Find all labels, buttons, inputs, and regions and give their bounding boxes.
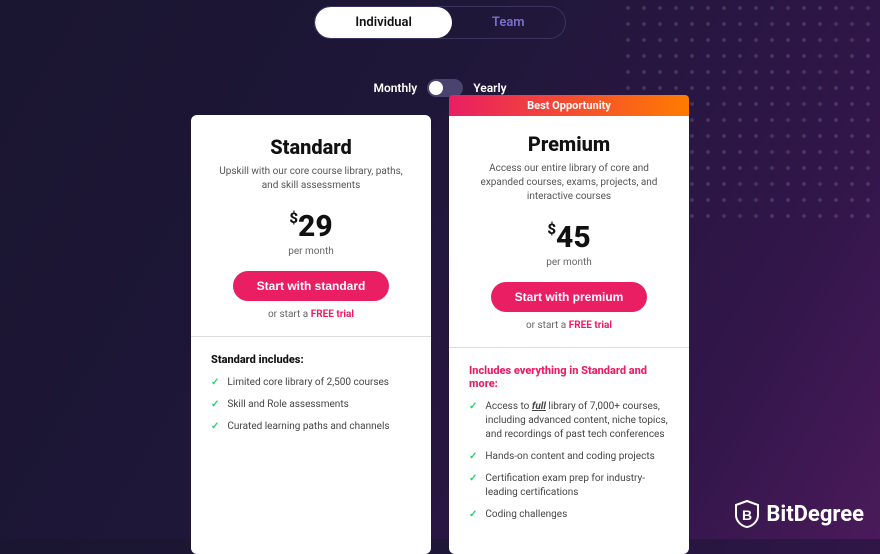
plan-premium-title: Premium [469, 132, 669, 156]
feature-text-emphasis: full [532, 401, 546, 412]
feature-item: ✓ Coding challenges [469, 508, 669, 522]
plan-standard-desc: Upskill with our core course library, pa… [211, 165, 411, 193]
billing-toggle: Monthly Yearly [0, 79, 880, 97]
standard-includes-title: Standard includes: [211, 353, 411, 366]
check-icon: ✓ [469, 508, 477, 522]
standard-free-trial-link[interactable]: FREE trial [311, 309, 354, 320]
feature-text-part: Access to [485, 401, 531, 412]
price-amount: 29 [298, 209, 333, 244]
check-icon: ✓ [211, 376, 219, 390]
tab-team[interactable]: Team [452, 7, 565, 38]
divider [191, 336, 431, 337]
feature-item: ✓ Certification exam prep for industry-l… [469, 472, 669, 500]
divider [449, 347, 689, 348]
feature-text: Hands-on content and coding projects [485, 450, 654, 464]
pricing-plans: Standard Upskill with our core course li… [0, 115, 880, 554]
feature-item: ✓ Hands-on content and coding projects [469, 450, 669, 464]
billing-monthly-label: Monthly [373, 81, 417, 95]
currency-symbol: $ [547, 220, 556, 238]
feature-text: Limited core library of 2,500 courses [227, 376, 389, 390]
check-icon: ✓ [469, 472, 477, 486]
feature-text: Access to full library of 7,000+ courses… [485, 400, 669, 442]
check-icon: ✓ [469, 450, 477, 464]
premium-free-trial-link[interactable]: FREE trial [569, 320, 612, 331]
plan-type-tabs-container: Individual Team [0, 0, 880, 39]
currency-symbol: $ [289, 209, 298, 227]
feature-item: ✓ Access to full library of 7,000+ cours… [469, 400, 669, 442]
price-amount: 45 [556, 220, 591, 255]
feature-item: ✓ Skill and Role assessments [211, 398, 411, 412]
svg-text:B: B [742, 507, 752, 523]
feature-item: ✓ Limited core library of 2,500 courses [211, 376, 411, 390]
plan-standard-price: $29 [211, 209, 411, 244]
best-opportunity-badge: Best Opportunity [449, 95, 689, 116]
plan-standard-title: Standard [211, 135, 411, 159]
start-premium-button[interactable]: Start with premium [491, 282, 648, 312]
bitdegree-logo: B BitDegree [734, 499, 864, 529]
trial-prefix: or start a [268, 309, 311, 320]
check-icon: ✓ [469, 400, 477, 414]
plan-premium-unit: per month [469, 257, 669, 268]
plan-premium: Best Opportunity Premium Access our enti… [449, 95, 689, 554]
plan-standard: Standard Upskill with our core course li… [191, 115, 431, 554]
plan-standard-unit: per month [211, 246, 411, 257]
feature-text: Certification exam prep for industry-lea… [485, 472, 669, 500]
trial-prefix: or start a [526, 320, 569, 331]
check-icon: ✓ [211, 420, 219, 434]
feature-item: ✓ Curated learning paths and channels [211, 420, 411, 434]
plan-premium-desc: Access our entire library of core and ex… [469, 162, 669, 204]
check-icon: ✓ [211, 398, 219, 412]
logo-text: BitDegree [766, 502, 864, 527]
plan-type-tabs: Individual Team [314, 6, 565, 39]
feature-text: Skill and Role assessments [227, 398, 348, 412]
premium-includes-title: Includes everything in Standard and more… [469, 364, 669, 390]
billing-yearly-label: Yearly [473, 81, 506, 95]
feature-text: Coding challenges [485, 508, 567, 522]
start-standard-button[interactable]: Start with standard [233, 271, 390, 301]
bitdegree-shield-icon: B [734, 499, 760, 529]
standard-trial-text: or start a FREE trial [211, 309, 411, 320]
premium-trial-text: or start a FREE trial [469, 320, 669, 331]
tab-individual[interactable]: Individual [315, 7, 452, 38]
plan-premium-price: $45 [469, 220, 669, 255]
toggle-knob [429, 81, 443, 95]
feature-text: Curated learning paths and channels [227, 420, 389, 434]
